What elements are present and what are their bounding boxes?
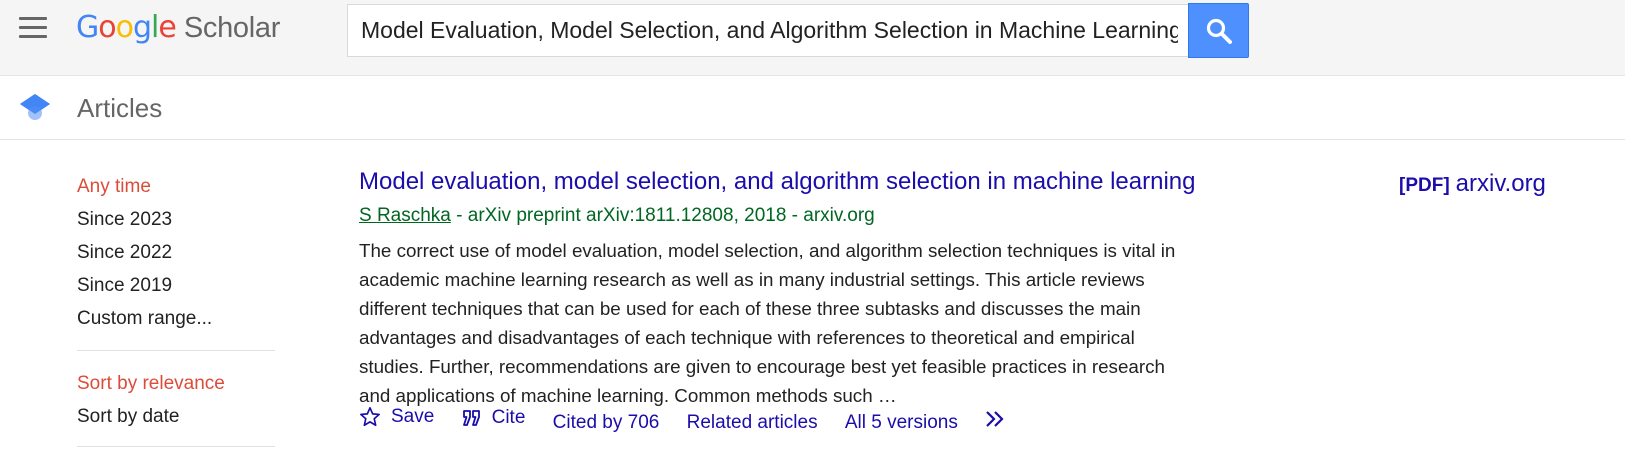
top-bar: Google Scholar (0, 0, 1625, 76)
save-button[interactable]: Save (359, 406, 434, 428)
pdf-tag: [PDF] (1399, 175, 1450, 196)
time-filter-any-time[interactable]: Any time (77, 170, 277, 203)
logo-brand: Google (76, 10, 177, 45)
quote-icon (462, 410, 480, 426)
magnifier-icon (1206, 18, 1232, 44)
result-meta: S Raschka - arXiv preprint arXiv:1811.12… (359, 205, 875, 227)
cite-label: Cite (491, 407, 526, 428)
sort-option-sort-by-date[interactable]: Sort by date (77, 400, 277, 433)
logo-letter: e (158, 10, 176, 45)
filter-sidebar: Any time Since 2023 Since 2022 Since 2019 Cu… (77, 170, 277, 463)
time-filter-since-2023[interactable]: Since 2023 (77, 203, 277, 236)
time-filter-since-2022[interactable]: Since 2022 (77, 236, 277, 269)
all-versions-link[interactable]: All 5 versions (845, 412, 958, 434)
more-options-button[interactable] (985, 410, 1019, 428)
logo-letter: o (115, 10, 134, 45)
publication-info: - arXiv preprint arXiv:1811.12808, 2018 … (450, 205, 875, 226)
section-bar: Articles (0, 76, 1625, 140)
save-label: Save (391, 406, 435, 427)
logo-letter: g (132, 10, 152, 45)
sidebar-divider (77, 350, 275, 351)
cite-button[interactable]: Cite (462, 407, 526, 429)
result-snippet: The correct use of model evaluation, mod… (359, 240, 1176, 406)
sidebar-divider (77, 446, 275, 447)
search-box (347, 4, 1189, 57)
search-input[interactable] (348, 5, 1178, 56)
result-actions: Save Cite Cited by 706 Related articles … (359, 406, 1041, 434)
time-filter-list: Any time Since 2023 Since 2022 Since 2019 Cu… (77, 170, 277, 335)
time-filter-since-2019[interactable]: Since 2019 (77, 269, 277, 302)
logo-letter: o (98, 10, 116, 45)
logo-letter: G (76, 10, 99, 45)
author-link[interactable]: S Raschka (359, 205, 451, 226)
pdf-link[interactable]: [PDF] arxiv.org (1399, 170, 1546, 198)
sort-option-sort-by-relevance[interactable]: Sort by relevance (77, 367, 277, 400)
cited-by-link[interactable]: Cited by 706 (553, 412, 660, 434)
related-articles-link[interactable]: Related articles (687, 412, 818, 434)
time-filter-custom-range[interactable]: Custom range... (77, 302, 277, 335)
sort-option-list: Sort by relevance Sort by date (77, 367, 277, 433)
hamburger-menu-icon[interactable] (19, 17, 47, 39)
pdf-source: arxiv.org (1455, 170, 1546, 197)
logo-product: Scholar (183, 12, 281, 44)
section-title[interactable]: Articles (77, 93, 162, 124)
double-chevron-right-icon (986, 411, 1004, 427)
graduation-cap-icon[interactable] (19, 92, 51, 122)
result-title-link[interactable]: Model evaluation, model selection, and a… (359, 168, 1195, 196)
star-icon (360, 407, 380, 427)
google-scholar-logo[interactable]: Google Scholar (76, 9, 280, 45)
search-button[interactable] (1188, 3, 1249, 58)
